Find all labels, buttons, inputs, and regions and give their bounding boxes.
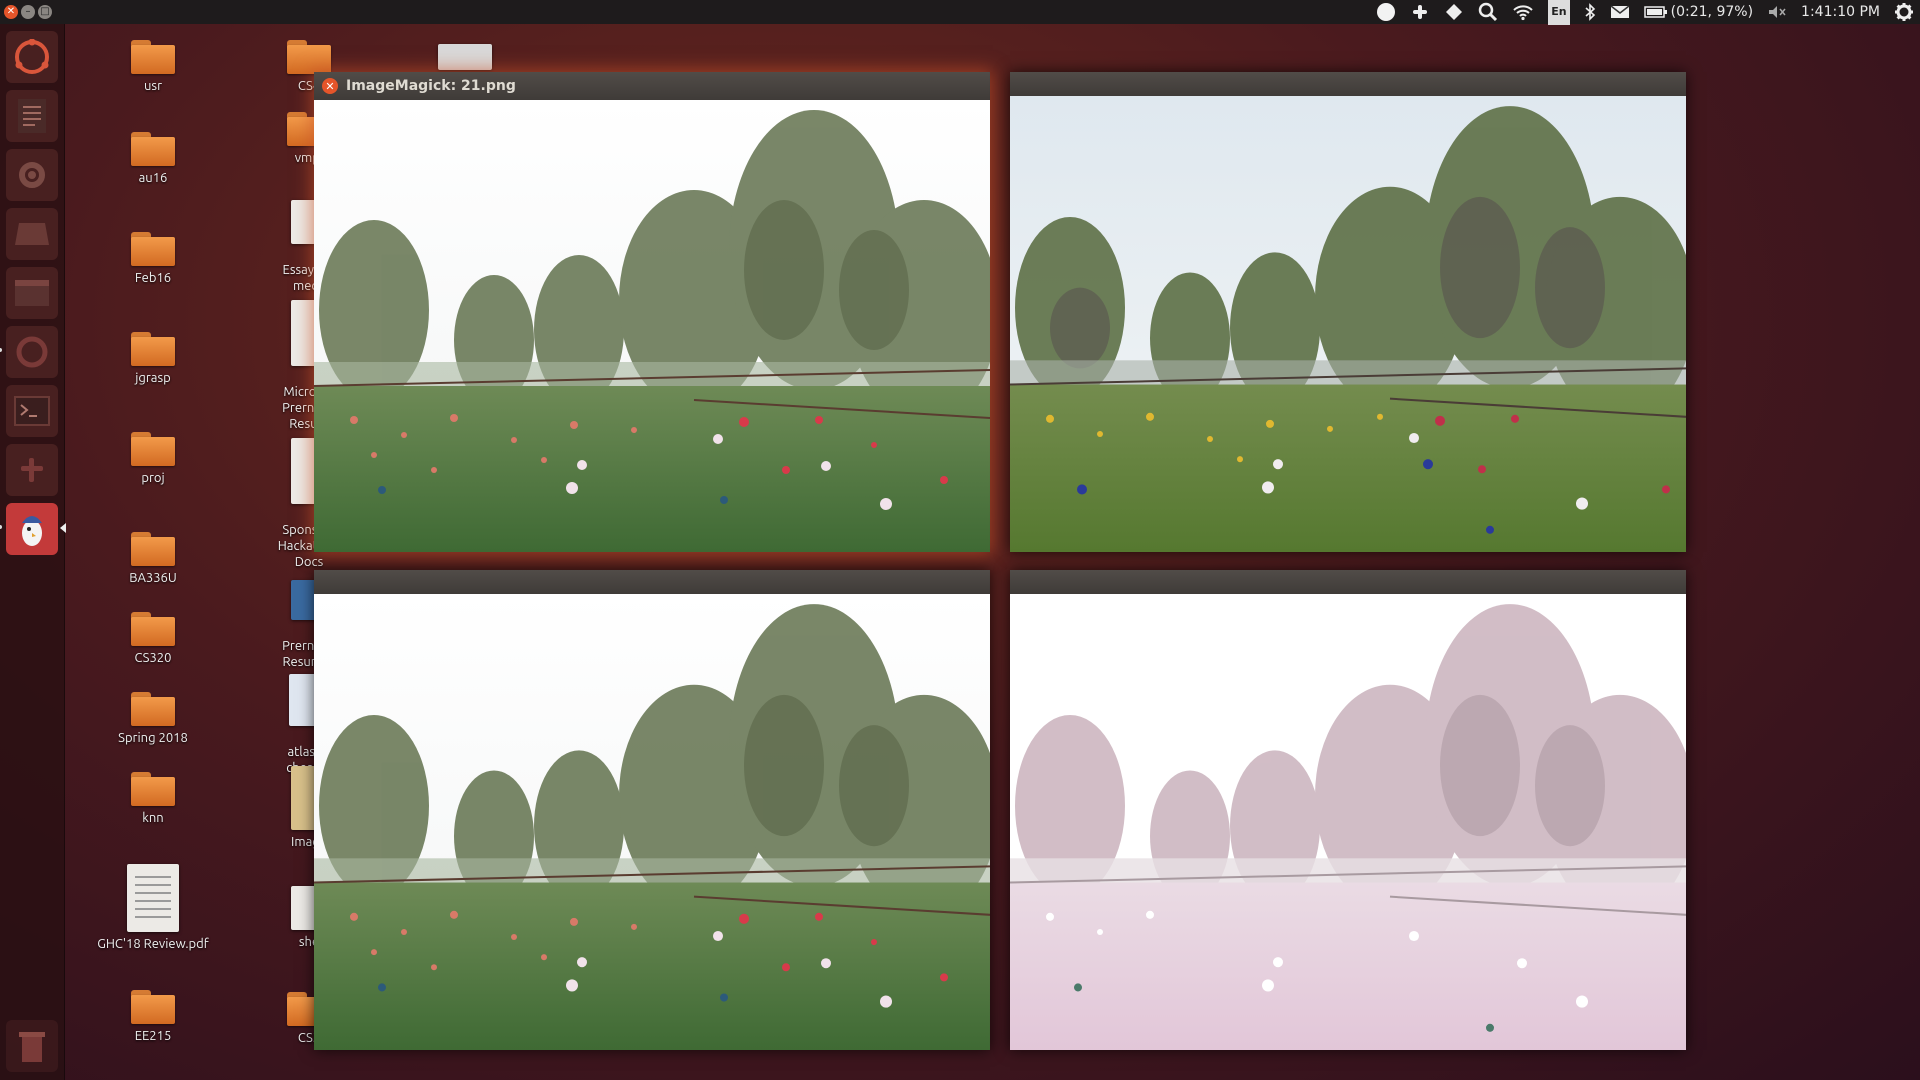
folder-icon <box>131 132 175 166</box>
launcher-item-trash[interactable] <box>6 1020 58 1072</box>
search-icon[interactable] <box>1478 0 1498 24</box>
desktop-folder-feb16[interactable]: Feb16 <box>88 232 218 286</box>
terminal-icon <box>14 396 50 426</box>
running-indicator <box>0 525 2 529</box>
imagemagick-window-2[interactable] <box>1010 72 1686 552</box>
running-indicator <box>0 348 2 352</box>
minimize-window-button[interactable]: – <box>21 5 35 19</box>
bluetooth-icon[interactable] <box>1584 0 1596 24</box>
launcher-item-text-editor[interactable] <box>6 90 58 142</box>
window-titlebar[interactable] <box>314 570 990 594</box>
launcher-item-settings[interactable] <box>6 149 58 201</box>
close-icon[interactable]: ✕ <box>322 78 338 94</box>
desktop-folder-ee215[interactable]: EE215 <box>88 990 218 1044</box>
launcher-item-imagemagick[interactable] <box>0 503 66 555</box>
window-controls: ✕ – □ <box>4 5 52 19</box>
ubuntu-one-icon <box>16 336 48 368</box>
imagemagick-window-1[interactable]: ✕ ImageMagick: 21.png <box>314 72 990 552</box>
window-titlebar[interactable] <box>1010 570 1686 594</box>
unity-launcher <box>0 24 66 1080</box>
image-canvas[interactable] <box>314 100 990 552</box>
desktop-folder-usr[interactable]: usr <box>88 40 218 94</box>
pdf-document-icon <box>127 864 179 932</box>
mail-icon[interactable] <box>1610 0 1630 24</box>
desktop-file-ghc-review-pdf[interactable]: GHC'18 Review.pdf <box>88 864 218 952</box>
close-window-button[interactable]: ✕ <box>4 5 18 19</box>
slack-icon <box>21 458 43 482</box>
document-icon <box>438 44 492 70</box>
desktop-file-thumbnail[interactable] <box>400 44 530 74</box>
desktop-icon-label: proj <box>141 471 165 485</box>
desktop-folder-au16[interactable]: au16 <box>88 132 218 186</box>
desktop-folder-ba336u[interactable]: BA336U <box>88 532 218 586</box>
folder-icon <box>131 772 175 806</box>
desktop-folder-cs320[interactable]: CS320 <box>88 612 218 666</box>
folder-icon <box>131 692 175 726</box>
desktop-icon-label: CS320 <box>134 651 172 665</box>
image-canvas[interactable] <box>314 594 990 1050</box>
dropbox-tray-icon[interactable] <box>1444 0 1464 24</box>
focused-indicator <box>60 523 66 533</box>
folder-icon <box>131 232 175 266</box>
desktop-folder-spring-2018[interactable]: Spring 2018 <box>88 692 218 746</box>
desktop-icon-label: Feb16 <box>134 271 172 285</box>
imagemagick-icon <box>22 516 42 546</box>
window-title: ImageMagick: 21.png <box>346 78 516 94</box>
volume-muted-icon[interactable] <box>1767 0 1787 24</box>
folder-icon <box>131 332 175 366</box>
text-editor-icon <box>18 99 46 133</box>
battery-indicator[interactable]: (0:21, 97%) <box>1643 0 1754 24</box>
battery-icon <box>1643 6 1667 18</box>
wifi-icon[interactable] <box>1512 0 1534 24</box>
desktop-folder-jgrasp[interactable]: jgrasp <box>88 332 218 386</box>
imagemagick-window-3[interactable] <box>314 570 990 1050</box>
folder-icon <box>131 432 175 466</box>
maximize-window-button[interactable]: □ <box>38 5 52 19</box>
folder-icon <box>131 40 175 74</box>
trash-icon <box>19 1032 45 1062</box>
window-titlebar[interactable]: ✕ ImageMagick: 21.png <box>314 72 990 100</box>
gear-icon[interactable] <box>1894 0 1914 24</box>
drive-icon <box>15 223 49 245</box>
desktop-icon-label: GHC'18 Review.pdf <box>97 937 209 951</box>
image-canvas[interactable] <box>1010 594 1686 1050</box>
imagemagick-window-4[interactable] <box>1010 570 1686 1050</box>
circle-indicator-icon[interactable] <box>1376 0 1396 24</box>
launcher-item-drive[interactable] <box>6 208 58 260</box>
launcher-item-slack[interactable] <box>6 444 58 496</box>
folder-icon <box>131 532 175 566</box>
battery-status-text: (0:21, 97%) <box>1670 4 1754 20</box>
launcher-item-terminal[interactable] <box>6 385 58 437</box>
top-panel: ✕ – □ En (0:21, 97%) 1:41:10 PM <box>0 0 1920 25</box>
keyboard-layout-indicator[interactable]: En <box>1548 0 1570 25</box>
folder-icon <box>287 40 331 74</box>
desktop-icon-label: EE215 <box>134 1029 172 1043</box>
slack-tray-icon[interactable] <box>1410 0 1430 24</box>
launcher-item-ubuntu-one[interactable] <box>0 326 58 378</box>
file-manager-icon <box>15 280 49 306</box>
desktop-icon-label: usr <box>144 79 162 93</box>
desktop-folder-knn[interactable]: knn <box>88 772 218 826</box>
image-canvas[interactable] <box>1010 96 1686 552</box>
launcher-item-dash[interactable] <box>6 31 58 83</box>
system-settings-icon <box>19 162 45 188</box>
clock[interactable]: 1:41:10 PM <box>1801 0 1880 24</box>
window-titlebar[interactable] <box>1010 72 1686 96</box>
ubuntu-dash-icon <box>15 39 49 74</box>
launcher-item-files[interactable] <box>6 267 58 319</box>
desktop-icon-label: Spring 2018 <box>118 731 188 745</box>
desktop-icon-label: jgrasp <box>135 371 171 385</box>
folder-icon <box>131 612 175 646</box>
desktop-icon-label: knn <box>142 811 164 825</box>
folder-icon <box>131 990 175 1024</box>
desktop-icon-label: BA336U <box>129 571 177 585</box>
desktop-icon-label: au16 <box>138 171 168 185</box>
desktop-folder-proj[interactable]: proj <box>88 432 218 486</box>
indicator-area: En (0:21, 97%) 1:41:10 PM <box>1376 0 1914 25</box>
